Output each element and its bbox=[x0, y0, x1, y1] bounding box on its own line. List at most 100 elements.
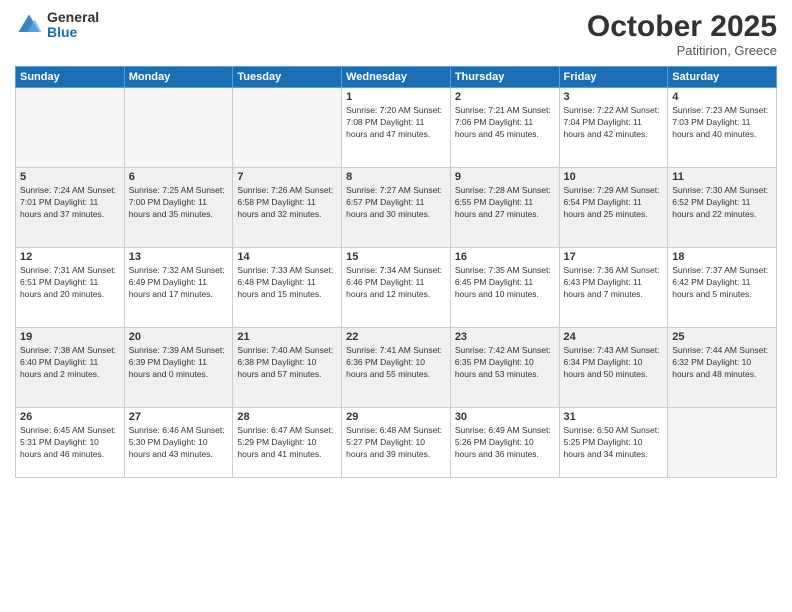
calendar-cell: 13 Sunrise: 7:32 AM Sunset: 6:49 PM Dayli… bbox=[124, 248, 233, 328]
calendar-cell bbox=[668, 408, 777, 478]
day-number: 13 bbox=[129, 251, 229, 263]
day-info: Sunrise: 7:28 AM Sunset: 6:55 PM Dayligh… bbox=[455, 185, 555, 221]
logo: General Blue bbox=[15, 10, 99, 41]
day-info: Sunrise: 7:20 AM Sunset: 7:08 PM Dayligh… bbox=[346, 105, 446, 141]
calendar-cell: 1 Sunrise: 7:20 AM Sunset: 7:08 PM Daylig… bbox=[342, 88, 451, 168]
day-number: 23 bbox=[455, 331, 555, 343]
day-info: Sunrise: 7:36 AM Sunset: 6:43 PM Dayligh… bbox=[564, 265, 664, 301]
day-info: Sunrise: 7:26 AM Sunset: 6:58 PM Dayligh… bbox=[237, 185, 337, 221]
calendar-cell: 16Sunrise: 7:35 AM Sunset: 6:45 PM Dayli… bbox=[450, 248, 559, 328]
day-number: 28 bbox=[237, 411, 337, 423]
day-number: 18 bbox=[672, 251, 772, 263]
header-thursday: Thursday bbox=[450, 67, 559, 88]
logo-blue: Blue bbox=[47, 25, 99, 40]
calendar-cell bbox=[233, 88, 342, 168]
day-info: Sunrise: 6:48 AM Sunset: 5:27 PM Dayligh… bbox=[346, 425, 446, 461]
header-sunday: Sunday bbox=[16, 67, 125, 88]
calendar-cell: 17 Sunrise: 7:36 AM Sunset: 6:43 PM Dayli… bbox=[559, 248, 668, 328]
day-info: Sunrise: 7:40 AM Sunset: 6:38 PM Dayligh… bbox=[237, 345, 337, 381]
day-number: 11 bbox=[672, 171, 772, 183]
header: General Blue October 2025 Patitirion, Gr… bbox=[15, 10, 777, 58]
calendar-cell: 5 Sunrise: 7:24 AM Sunset: 7:01 PM Daylig… bbox=[16, 168, 125, 248]
day-info: Sunrise: 7:21 AM Sunset: 7:06 PM Dayligh… bbox=[455, 105, 555, 141]
day-number: 9 bbox=[455, 171, 555, 183]
day-number: 21 bbox=[237, 331, 337, 343]
day-info: Sunrise: 7:32 AM Sunset: 6:49 PM Dayligh… bbox=[129, 265, 229, 301]
calendar-cell: 21 Sunrise: 7:40 AM Sunset: 6:38 PM Dayli… bbox=[233, 328, 342, 408]
day-info: Sunrise: 7:41 AM Sunset: 6:36 PM Dayligh… bbox=[346, 345, 446, 381]
calendar-cell: 22 Sunrise: 7:41 AM Sunset: 6:36 PM Dayli… bbox=[342, 328, 451, 408]
calendar-cell: 28Sunrise: 6:47 AM Sunset: 5:29 PM Dayli… bbox=[233, 408, 342, 478]
day-info: Sunrise: 6:46 AM Sunset: 5:30 PM Dayligh… bbox=[129, 425, 229, 461]
page: General Blue October 2025 Patitirion, Gr… bbox=[0, 0, 792, 612]
day-number: 14 bbox=[237, 251, 337, 263]
day-number: 20 bbox=[129, 331, 229, 343]
day-info: Sunrise: 7:30 AM Sunset: 6:52 PM Dayligh… bbox=[672, 185, 772, 221]
day-info: Sunrise: 7:43 AM Sunset: 6:34 PM Dayligh… bbox=[564, 345, 664, 381]
day-number: 7 bbox=[237, 171, 337, 183]
day-info: Sunrise: 7:42 AM Sunset: 6:35 PM Dayligh… bbox=[455, 345, 555, 381]
logo-icon bbox=[15, 11, 43, 39]
day-info: Sunrise: 7:25 AM Sunset: 7:00 PM Dayligh… bbox=[129, 185, 229, 221]
day-info: Sunrise: 7:24 AM Sunset: 7:01 PM Dayligh… bbox=[20, 185, 120, 221]
calendar-cell: 15Sunrise: 7:34 AM Sunset: 6:46 PM Dayli… bbox=[342, 248, 451, 328]
calendar-cell: 26Sunrise: 6:45 AM Sunset: 5:31 PM Dayli… bbox=[16, 408, 125, 478]
calendar-cell: 7 Sunrise: 7:26 AM Sunset: 6:58 PM Daylig… bbox=[233, 168, 342, 248]
day-info: Sunrise: 6:50 AM Sunset: 5:25 PM Dayligh… bbox=[564, 425, 664, 461]
day-number: 12 bbox=[20, 251, 120, 263]
day-number: 29 bbox=[346, 411, 446, 423]
logo-text: General Blue bbox=[47, 10, 99, 41]
calendar-table: Sunday Monday Tuesday Wednesday Thursday… bbox=[15, 66, 777, 478]
day-info: Sunrise: 7:38 AM Sunset: 6:40 PM Dayligh… bbox=[20, 345, 120, 381]
calendar-cell: 25Sunrise: 7:44 AM Sunset: 6:32 PM Dayli… bbox=[668, 328, 777, 408]
calendar-cell bbox=[16, 88, 125, 168]
day-number: 4 bbox=[672, 91, 772, 103]
calendar-cell: 12Sunrise: 7:31 AM Sunset: 6:51 PM Dayli… bbox=[16, 248, 125, 328]
calendar-cell: 27 Sunrise: 6:46 AM Sunset: 5:30 PM Dayli… bbox=[124, 408, 233, 478]
day-info: Sunrise: 7:37 AM Sunset: 6:42 PM Dayligh… bbox=[672, 265, 772, 301]
day-info: Sunrise: 6:49 AM Sunset: 5:26 PM Dayligh… bbox=[455, 425, 555, 461]
calendar-cell: 10 Sunrise: 7:29 AM Sunset: 6:54 PM Dayli… bbox=[559, 168, 668, 248]
day-number: 16 bbox=[455, 251, 555, 263]
header-monday: Monday bbox=[124, 67, 233, 88]
calendar-cell: 19 Sunrise: 7:38 AM Sunset: 6:40 PM Dayli… bbox=[16, 328, 125, 408]
day-number: 26 bbox=[20, 411, 120, 423]
calendar-cell: 23 Sunrise: 7:42 AM Sunset: 6:35 PM Dayli… bbox=[450, 328, 559, 408]
day-number: 8 bbox=[346, 171, 446, 183]
calendar-cell: 30 Sunrise: 6:49 AM Sunset: 5:26 PM Dayli… bbox=[450, 408, 559, 478]
day-number: 10 bbox=[564, 171, 664, 183]
day-info: Sunrise: 7:22 AM Sunset: 7:04 PM Dayligh… bbox=[564, 105, 664, 141]
calendar-week-row: 1 Sunrise: 7:20 AM Sunset: 7:08 PM Daylig… bbox=[16, 88, 777, 168]
calendar-week-row: 26Sunrise: 6:45 AM Sunset: 5:31 PM Dayli… bbox=[16, 408, 777, 478]
calendar-cell bbox=[124, 88, 233, 168]
header-friday: Friday bbox=[559, 67, 668, 88]
day-number: 31 bbox=[564, 411, 664, 423]
day-number: 17 bbox=[564, 251, 664, 263]
header-saturday: Saturday bbox=[668, 67, 777, 88]
logo-general: General bbox=[47, 10, 99, 25]
month-title: October 2025 bbox=[587, 10, 777, 43]
calendar-cell: 24 Sunrise: 7:43 AM Sunset: 6:34 PM Dayli… bbox=[559, 328, 668, 408]
day-number: 5 bbox=[20, 171, 120, 183]
calendar-cell: 3Sunrise: 7:22 AM Sunset: 7:04 PM Daylig… bbox=[559, 88, 668, 168]
header-wednesday: Wednesday bbox=[342, 67, 451, 88]
calendar-header-row: Sunday Monday Tuesday Wednesday Thursday… bbox=[16, 67, 777, 88]
day-info: Sunrise: 7:27 AM Sunset: 6:57 PM Dayligh… bbox=[346, 185, 446, 221]
day-number: 30 bbox=[455, 411, 555, 423]
day-number: 19 bbox=[20, 331, 120, 343]
calendar-cell: 20Sunrise: 7:39 AM Sunset: 6:39 PM Dayli… bbox=[124, 328, 233, 408]
day-number: 25 bbox=[672, 331, 772, 343]
day-number: 24 bbox=[564, 331, 664, 343]
day-number: 1 bbox=[346, 91, 446, 103]
location-subtitle: Patitirion, Greece bbox=[587, 43, 777, 58]
day-info: Sunrise: 7:34 AM Sunset: 6:46 PM Dayligh… bbox=[346, 265, 446, 301]
day-number: 22 bbox=[346, 331, 446, 343]
header-tuesday: Tuesday bbox=[233, 67, 342, 88]
day-info: Sunrise: 7:29 AM Sunset: 6:54 PM Dayligh… bbox=[564, 185, 664, 221]
day-number: 6 bbox=[129, 171, 229, 183]
calendar-week-row: 5 Sunrise: 7:24 AM Sunset: 7:01 PM Daylig… bbox=[16, 168, 777, 248]
day-info: Sunrise: 7:23 AM Sunset: 7:03 PM Dayligh… bbox=[672, 105, 772, 141]
calendar-cell: 4 Sunrise: 7:23 AM Sunset: 7:03 PM Daylig… bbox=[668, 88, 777, 168]
title-area: October 2025 Patitirion, Greece bbox=[587, 10, 777, 58]
day-number: 27 bbox=[129, 411, 229, 423]
